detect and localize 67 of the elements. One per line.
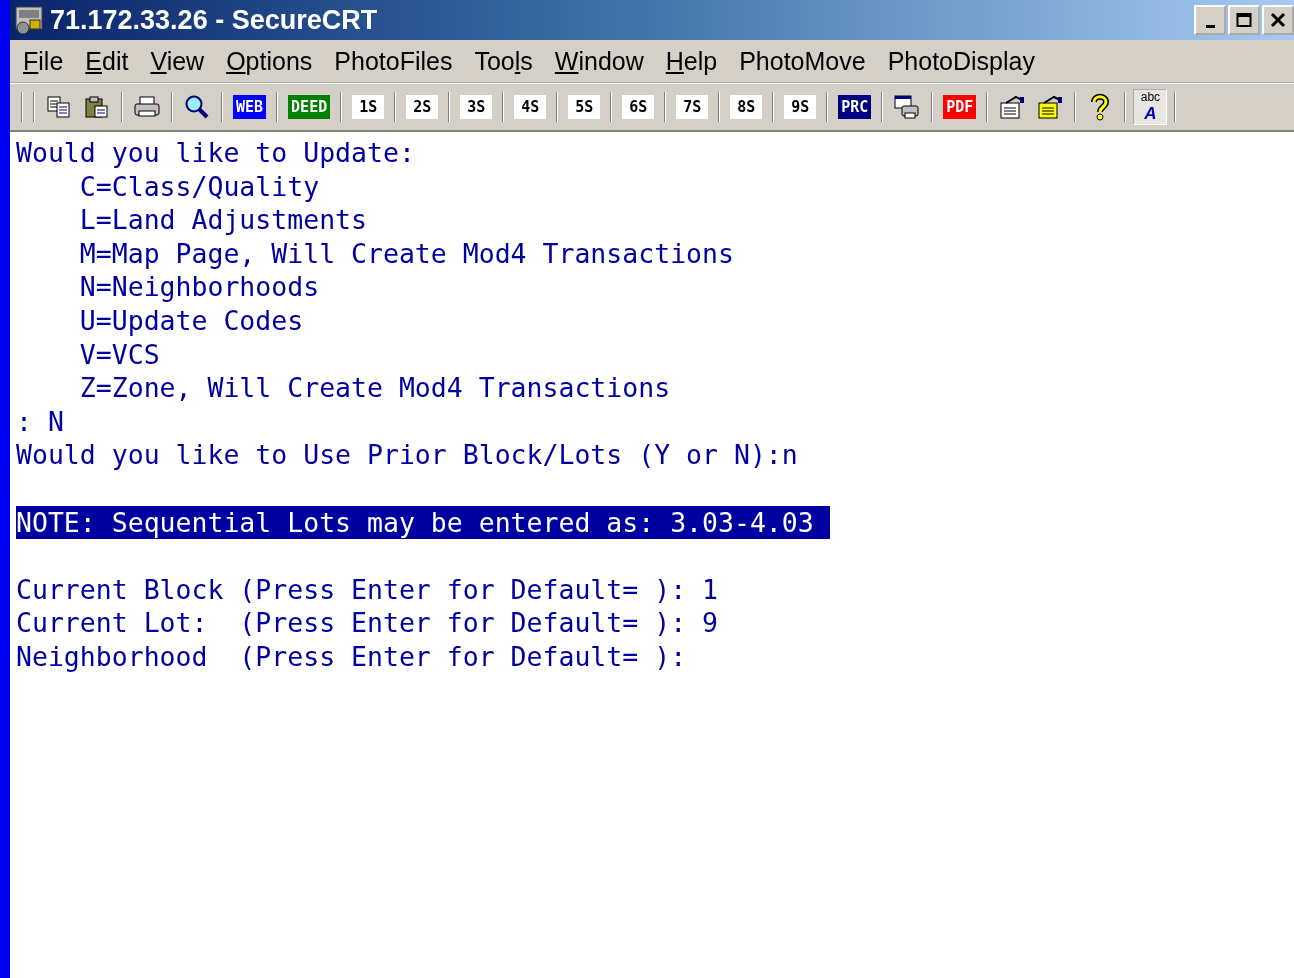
menu-item[interactable]: Tools	[465, 46, 542, 76]
badge-label: 8S	[730, 95, 763, 119]
toolbar-button[interactable]: 9S	[781, 89, 820, 125]
badge-label: PDF	[943, 95, 977, 119]
terminal-line: Neighborhood (Press Enter for Default= ):	[16, 640, 687, 672]
toolbar-button[interactable]: DEED	[285, 89, 334, 125]
badge-label: 7S	[676, 95, 709, 119]
minimize-button[interactable]	[1194, 5, 1226, 35]
close-icon	[1270, 12, 1286, 28]
terminal-line: Current Lot: (Press Enter for Default= ): 9	[16, 607, 718, 639]
menu-item[interactable]: Options	[217, 46, 322, 76]
menu-item[interactable]: Help	[656, 46, 727, 76]
question-mark-icon	[1089, 93, 1112, 121]
toolbar-button[interactable]: 6S	[619, 89, 658, 125]
terminal-lock-icon	[14, 5, 44, 35]
close-button[interactable]	[1262, 5, 1294, 35]
terminal-line: C=Class/Quality	[78, 170, 320, 202]
badge-label: 5S	[568, 95, 601, 119]
menu-item[interactable]: PhotoMove	[730, 46, 875, 76]
clipboard-icon	[84, 95, 110, 119]
toolbar-button[interactable]: 8S	[727, 89, 766, 125]
menu-item[interactable]: PhotoFiles	[325, 46, 462, 76]
badge-label: 6S	[622, 95, 655, 119]
printer-icon	[133, 95, 161, 119]
terminal-line: : N	[16, 405, 64, 437]
terminal-line: U=Update Codes	[78, 304, 304, 336]
badge-label: DEED	[288, 95, 331, 119]
search-icon	[184, 94, 210, 120]
badge-label: 1S	[352, 95, 385, 119]
menu-item[interactable]: View	[141, 46, 214, 76]
toolbar-button[interactable]: 3S	[457, 89, 496, 125]
toolbar-button[interactable]: PDF	[940, 89, 980, 125]
badge-label: WEB	[233, 95, 267, 119]
toolbar-button[interactable]: 7S	[673, 89, 712, 125]
menu-item[interactable]: File	[14, 46, 73, 76]
terminal-line: V=VCS	[78, 338, 160, 370]
badge-label: 9S	[784, 95, 817, 119]
font-button[interactable]: abc A	[1133, 89, 1168, 125]
maximize-button[interactable]	[1228, 5, 1260, 35]
toolbar-button[interactable]: 2S	[403, 89, 442, 125]
toolbar-button[interactable]: WEB	[230, 89, 270, 125]
badge-label: 2S	[406, 95, 439, 119]
properties-icon	[998, 94, 1027, 120]
maximize-icon	[1236, 12, 1252, 28]
minimize-icon	[1205, 24, 1215, 28]
terminal-line: Current Block (Press Enter for Default= ): 1	[16, 573, 718, 605]
terminal-line: Would you like to Use Prior Block/Lots (Y or N):n	[16, 439, 798, 471]
highlighted-note: NOTE: Sequential Lots may be entered as: 3.03-4.03	[16, 505, 830, 540]
menu-item[interactable]: Window	[545, 46, 653, 76]
copy-icon	[46, 95, 72, 119]
toolbar-button[interactable]: 5S	[565, 89, 604, 125]
badge-label: PRC	[838, 95, 872, 119]
badge-label: 3S	[460, 95, 493, 119]
menu-item[interactable]: PhotoDisplay	[878, 46, 1044, 76]
terminal-line: M=Map Page, Will Create Mod4 Transactions	[78, 237, 734, 269]
menu-item[interactable]: Edit	[76, 46, 138, 76]
toolbar-button[interactable]: 1S	[349, 89, 388, 125]
terminal-line: Z=Zone, Will Create Mod4 Transactions	[78, 372, 671, 404]
window-printer-icon	[893, 94, 922, 120]
window-title: 71.172.33.26 - SecureCRT	[50, 4, 378, 36]
terminal-line: N=Neighborhoods	[78, 271, 320, 303]
toolbar-button[interactable]: 4S	[511, 89, 550, 125]
properties-icon	[1036, 94, 1065, 120]
toolbar-button[interactable]: PRC	[835, 89, 875, 125]
terminal-line: L=Land Adjustments	[78, 204, 367, 236]
badge-label: 4S	[514, 95, 547, 119]
terminal-line: Would you like to Update:	[16, 137, 415, 168]
